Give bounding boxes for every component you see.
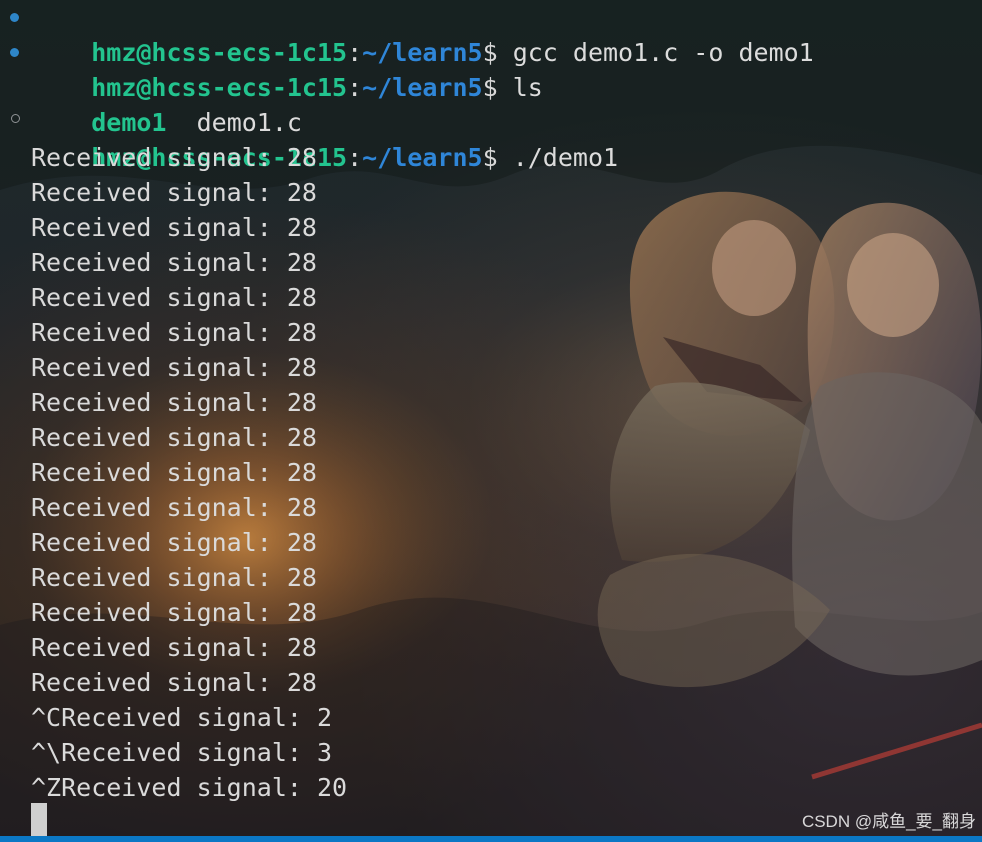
command-text: gcc demo1.c -o demo1 xyxy=(497,38,814,67)
signal-output-line: Received signal: 28 xyxy=(31,668,317,697)
signal-output-line: Received signal: 28 xyxy=(31,178,317,207)
signal-output-line: ^\Received signal: 3 xyxy=(31,738,333,767)
terminal-bottom-status-bar xyxy=(0,836,982,842)
signal-output-line: Received signal: 28 xyxy=(31,388,317,417)
signal-output-line: Received signal: 28 xyxy=(31,423,317,452)
prompt-dollar: $ xyxy=(482,73,498,102)
right-character-hair-shape xyxy=(807,202,982,521)
signal-output-line: ^CReceived signal: 2 xyxy=(31,703,333,732)
right-character-dress-shape xyxy=(792,372,982,676)
terminal-window[interactable]: hmz@hcss-ecs-1c15:~/learn5$ gcc demo1.c … xyxy=(0,0,982,842)
left-character-face-shape xyxy=(712,220,796,316)
prompt-colon: : xyxy=(347,143,363,172)
left-character-book-shape xyxy=(663,337,803,402)
signal-output-line: Received signal: 28 xyxy=(31,248,317,277)
signal-output-line: Received signal: 28 xyxy=(31,458,317,487)
signal-output-line: Received signal: 28 xyxy=(31,143,317,172)
ls-output-line: demo1 demo1.c xyxy=(31,70,302,137)
signal-output-line: Received signal: 28 xyxy=(31,598,317,627)
red-stick-shape xyxy=(811,722,982,780)
left-character-hair-shape xyxy=(629,191,835,436)
command-text: ./demo1 xyxy=(497,143,619,172)
prompt-path: ~/learn5 xyxy=(362,143,483,172)
signal-output-line: Received signal: 28 xyxy=(31,633,317,662)
signal-output-line: Received signal: 28 xyxy=(31,353,317,382)
command-text: ls xyxy=(497,73,543,102)
signal-output-line: Received signal: 28 xyxy=(31,213,317,242)
signal-output-line: Received signal: 28 xyxy=(31,493,317,522)
left-character-dress-shape xyxy=(610,382,810,562)
running-status-dot-icon xyxy=(11,114,20,123)
terminal-cursor[interactable] xyxy=(31,803,47,836)
terminal-command-line-2: hmz@hcss-ecs-1c15:~/learn5$ ls xyxy=(31,35,543,102)
csdn-watermark: CSDN @咸鱼_要_翻身 xyxy=(801,812,976,831)
terminal-command-line-3: hmz@hcss-ecs-1c15:~/learn5$ ./demo1 xyxy=(31,105,618,172)
signal-output-line: Received signal: 28 xyxy=(31,318,317,347)
success-status-dot-icon xyxy=(10,13,19,22)
right-character-face-shape xyxy=(847,233,939,337)
success-status-dot-icon xyxy=(10,48,19,57)
prompt-dollar: $ xyxy=(482,143,498,172)
signal-output-line: ^ZReceived signal: 20 xyxy=(31,773,348,802)
foreground-fabric-shape xyxy=(597,553,830,688)
signal-output-line: Received signal: 28 xyxy=(31,528,317,557)
prompt-path: ~/learn5 xyxy=(362,73,483,102)
prompt-colon: : xyxy=(347,73,363,102)
signal-output-line: Received signal: 28 xyxy=(31,283,317,312)
terminal-command-line-1: hmz@hcss-ecs-1c15:~/learn5$ gcc demo1.c … xyxy=(31,0,814,67)
signal-output-line: Received signal: 28 xyxy=(31,563,317,592)
